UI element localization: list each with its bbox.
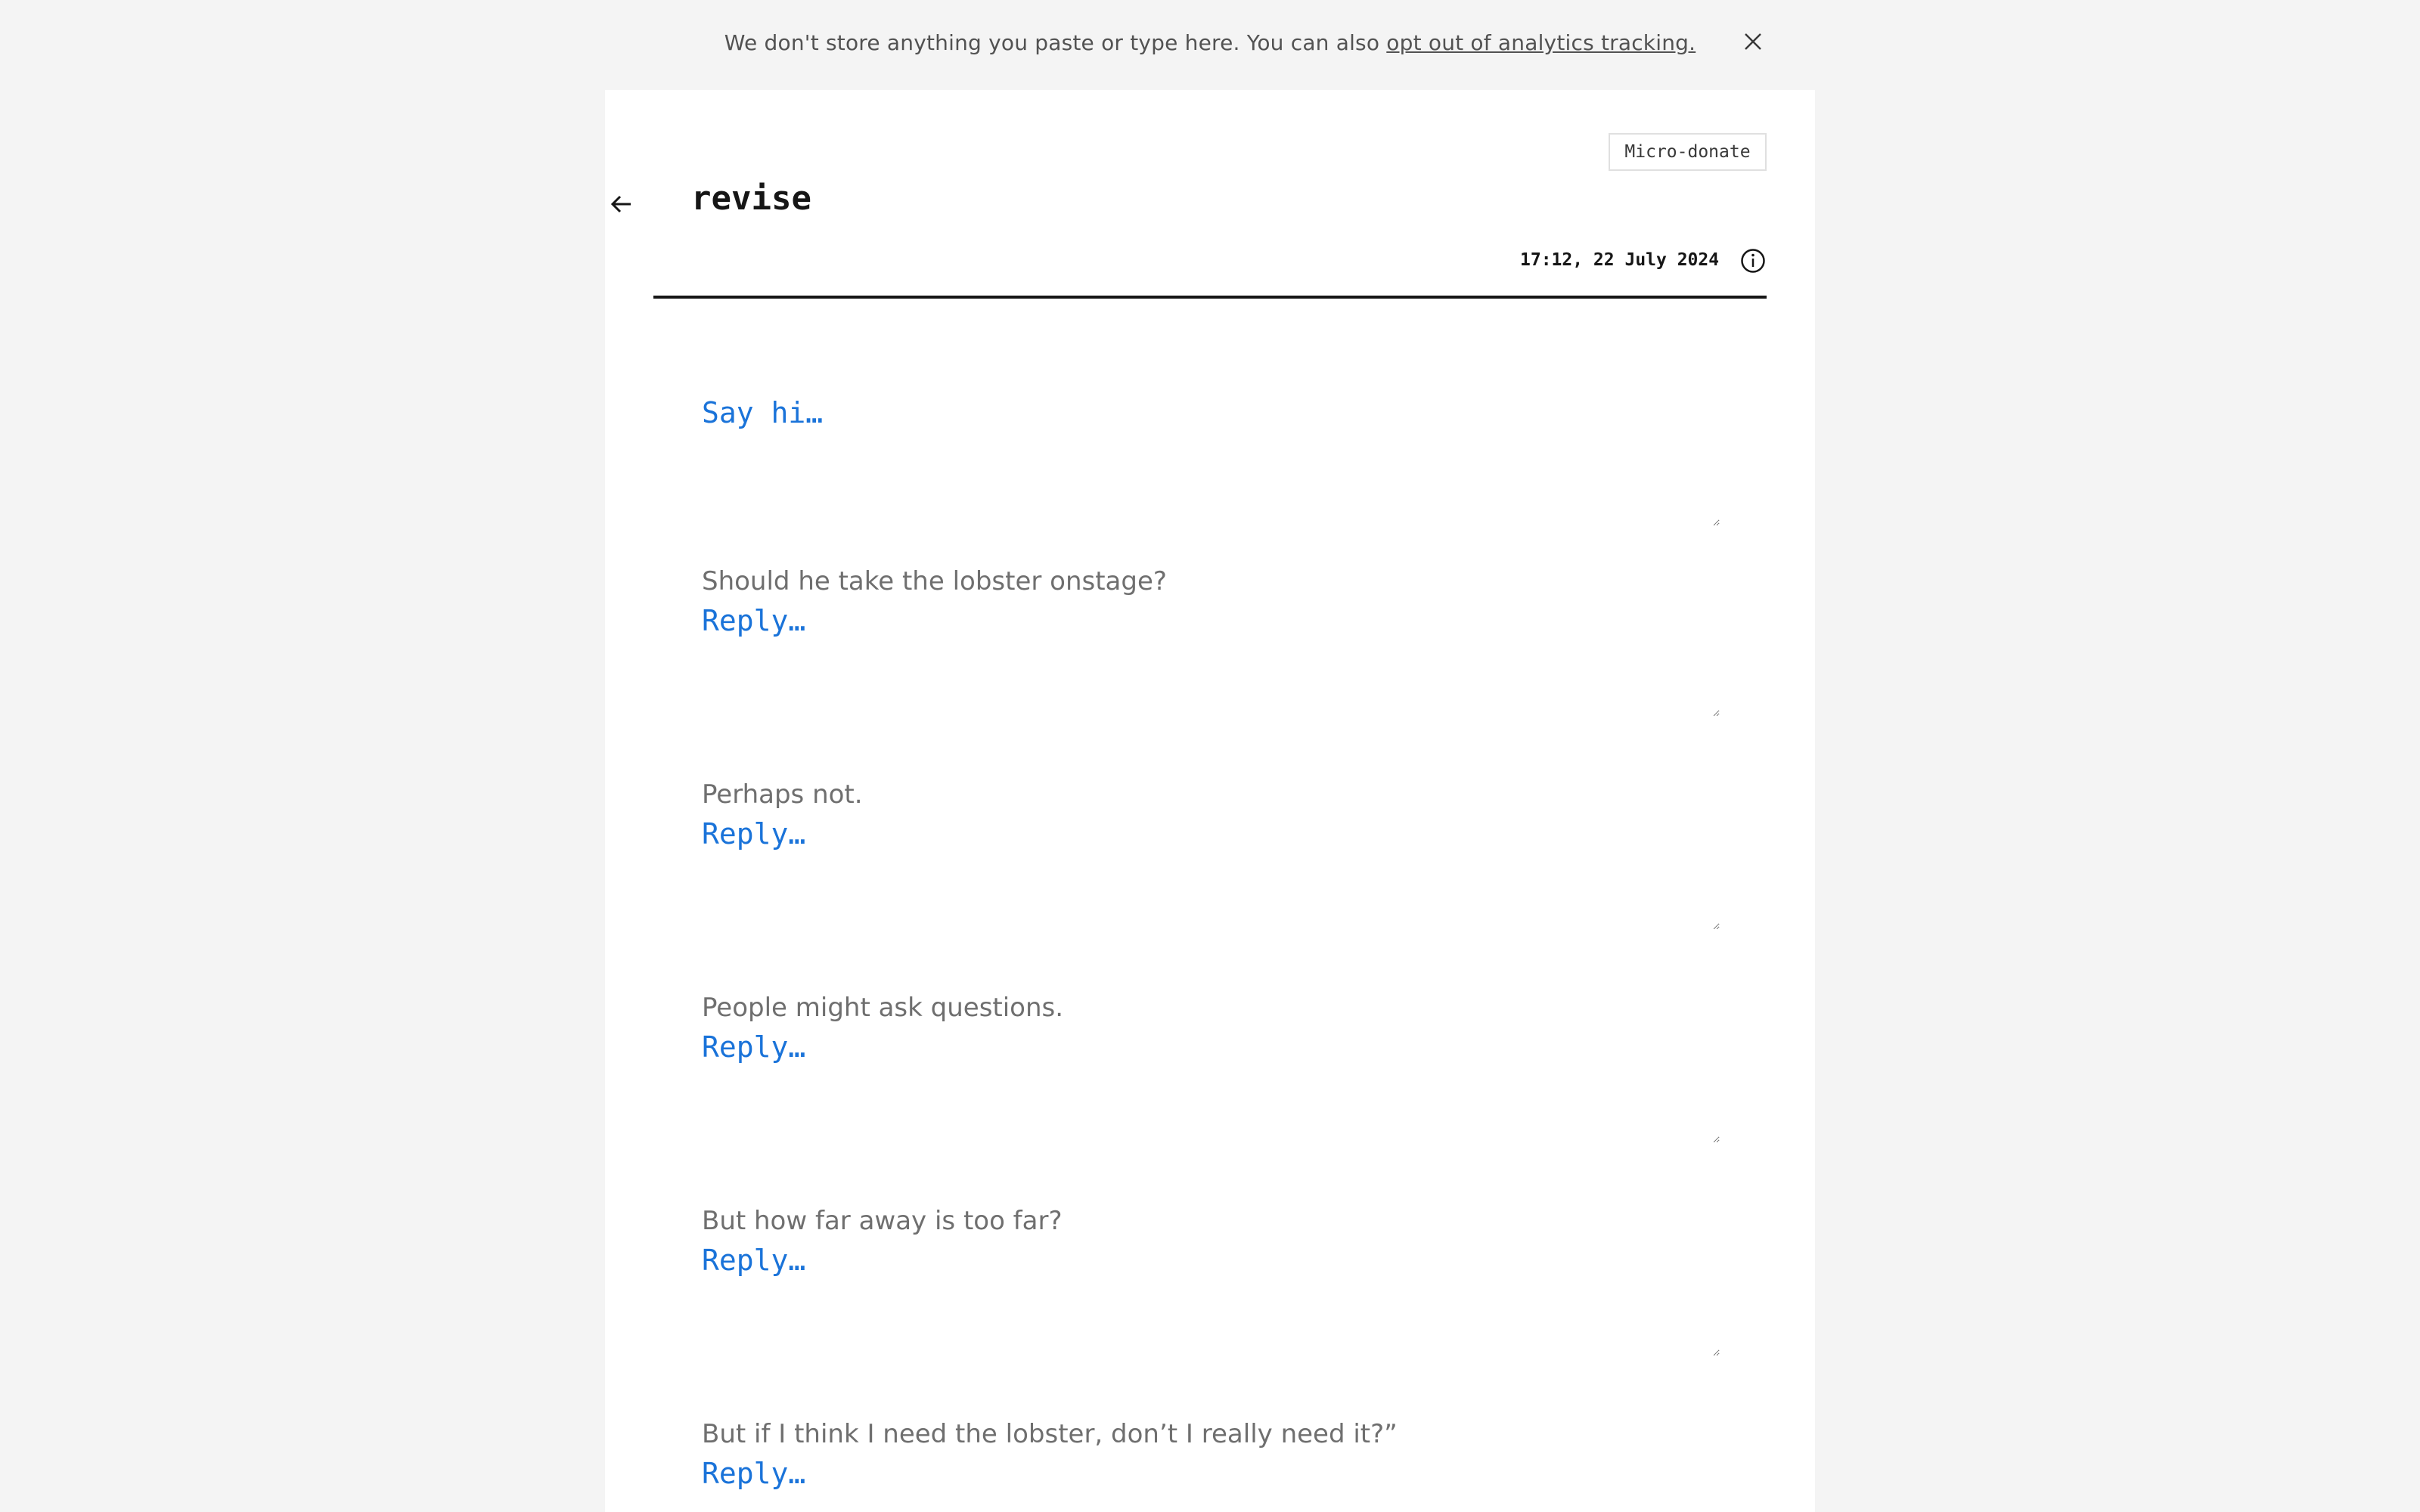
reply-input[interactable] (702, 1239, 1720, 1356)
arrow-left-icon[interactable] (608, 191, 635, 218)
list-item: People might ask questions. (702, 990, 1720, 1143)
page-title: revise (691, 179, 811, 218)
reply-input[interactable] (702, 600, 1720, 717)
privacy-banner: We don't store anything you paste or typ… (0, 0, 2420, 90)
list-item: Should he take the lobster onstage? (702, 563, 1720, 717)
first-message-input[interactable] (702, 392, 1720, 526)
first-message-block (702, 392, 1720, 526)
micro-donate-button[interactable]: Micro-donate (1609, 133, 1767, 171)
prompt-text: People might ask questions. (702, 993, 1064, 1023)
analytics-opt-out-link[interactable]: opt out of analytics tracking. (1386, 30, 1696, 55)
reply-input[interactable] (702, 813, 1720, 930)
privacy-banner-text: We don't store anything you paste or typ… (0, 30, 2420, 55)
main-panel: Micro-donate revise 17:12, 22 July 2024 … (605, 90, 1815, 1512)
reply-input[interactable] (702, 1452, 1720, 1505)
prompt-text: Perhaps not. (702, 779, 863, 810)
prompt-text: But if I think I need the lobster, don’t… (702, 1419, 1398, 1449)
prompt-text: Should he take the lobster onstage? (702, 566, 1167, 596)
header-rule (653, 234, 1767, 299)
close-icon[interactable] (1739, 28, 1767, 55)
list-item: But if I think I need the lobster, don’t… (702, 1416, 1720, 1505)
reply-input[interactable] (702, 1026, 1720, 1143)
prompt-text: But how far away is too far? (702, 1206, 1063, 1236)
privacy-message: We don't store anything you paste or typ… (724, 30, 1387, 55)
list-item: But how far away is too far? (702, 1203, 1720, 1356)
list-item: Perhaps not. (702, 776, 1720, 930)
